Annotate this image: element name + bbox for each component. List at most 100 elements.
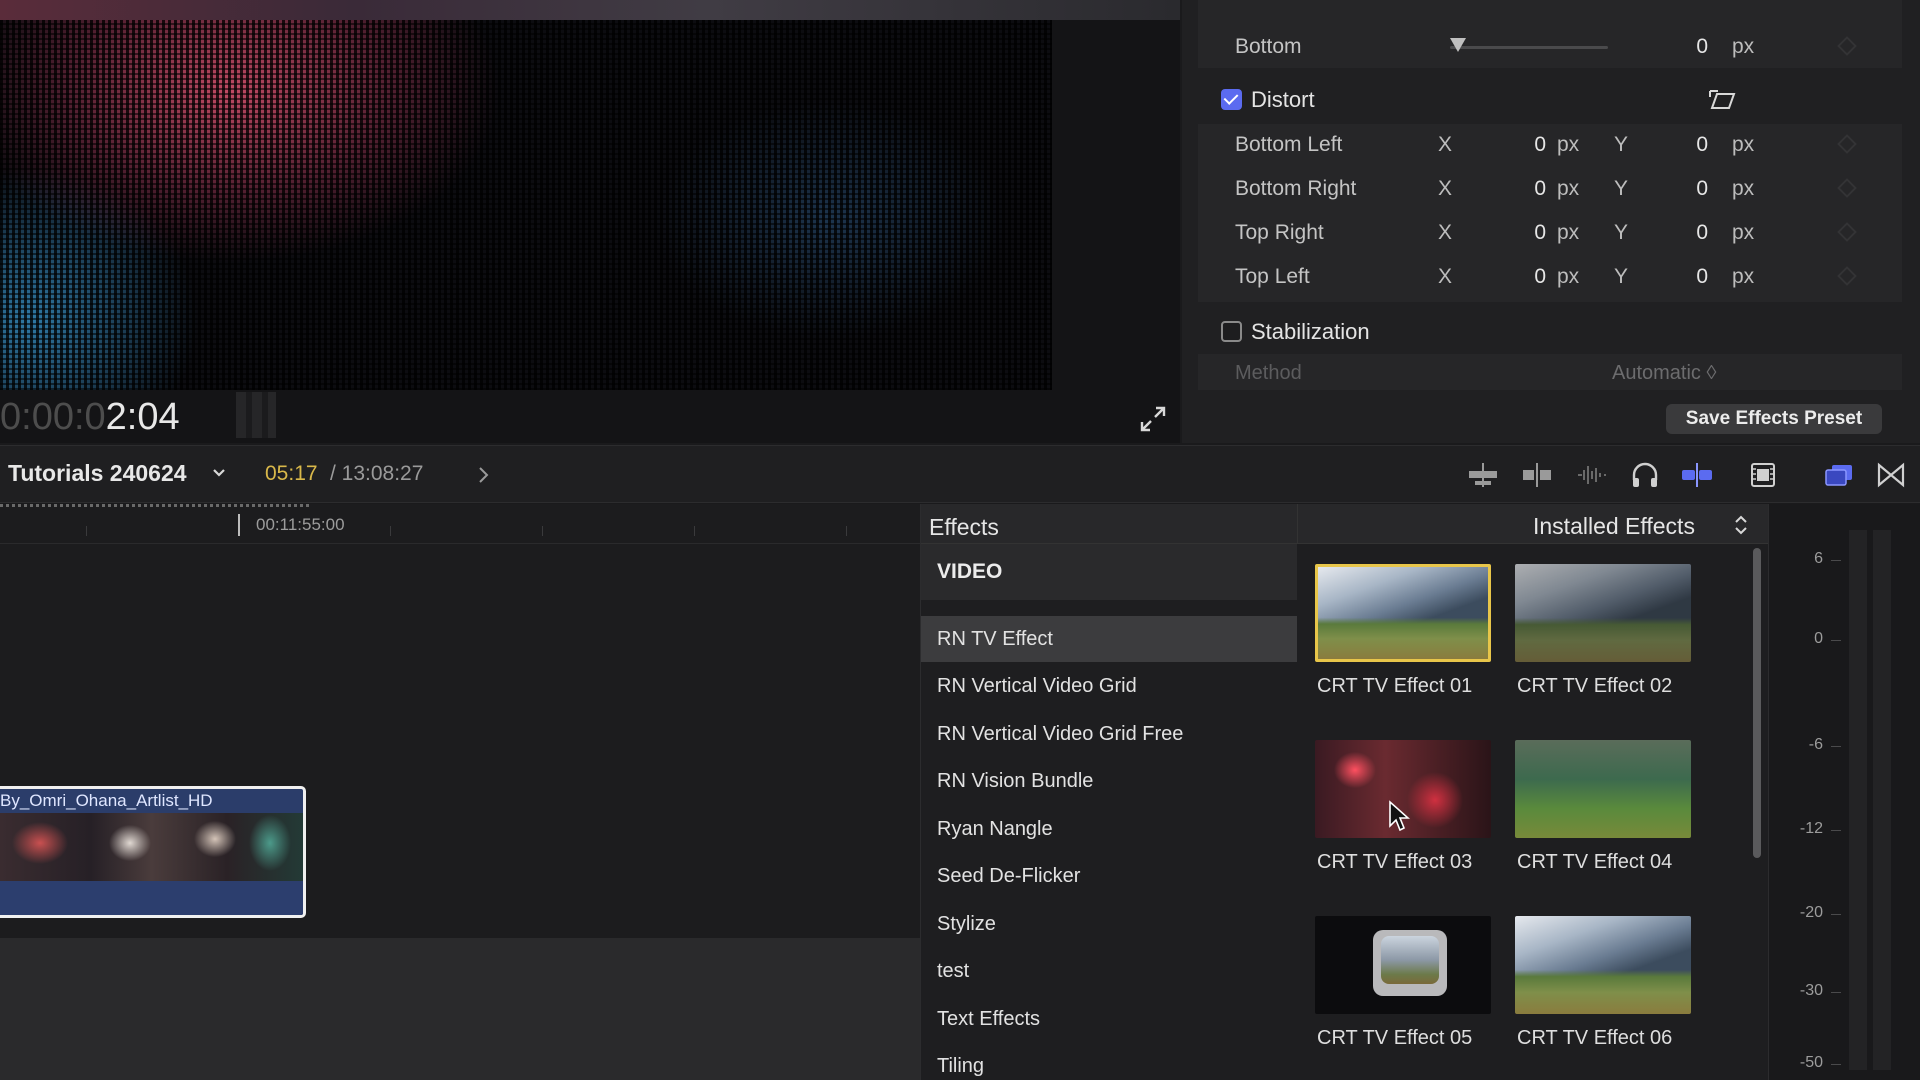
x-axis-label: X: [1438, 133, 1453, 156]
effect-tile[interactable]: CRT TV Effect 05: [1313, 912, 1495, 1052]
ruler-tick: [846, 526, 847, 536]
category-item[interactable]: RN Vision Bundle: [921, 758, 1297, 804]
effects-grid-scrollbar[interactable]: [1753, 548, 1761, 858]
up-down-chevron-icon[interactable]: [1734, 514, 1748, 536]
x-value[interactable]: 0: [1506, 177, 1546, 201]
save-effects-preset-button[interactable]: Save Effects Preset: [1666, 404, 1882, 434]
x-axis-label: X: [1438, 177, 1453, 200]
chevron-right-icon[interactable]: [478, 466, 490, 484]
effects-browser-icon[interactable]: [1822, 460, 1856, 490]
category-item[interactable]: Ryan Nangle: [921, 806, 1297, 852]
chevron-down-icon[interactable]: [212, 468, 226, 478]
distort-checkbox[interactable]: [1221, 89, 1242, 110]
timeline-clip[interactable]: By_Omri_Ohana_Artlist_HD: [0, 786, 306, 918]
transitions-icon[interactable]: [1874, 460, 1908, 490]
fullscreen-icon[interactable]: [1138, 404, 1168, 434]
meter-label: -12: [1799, 820, 1823, 837]
ruler-range-marker: [0, 504, 310, 507]
category-item[interactable]: Text Effects: [921, 996, 1297, 1042]
distort-row-bottom-right: Bottom Right X 0 px Y 0 px: [1182, 168, 1920, 208]
meter-label: -6: [1808, 736, 1823, 753]
x-value[interactable]: 0: [1506, 221, 1546, 245]
meter-label: -20: [1799, 904, 1823, 921]
effects-title-bar: Effects: [921, 504, 1297, 544]
stabilization-header: Stabilization: [1198, 310, 1902, 354]
y-value[interactable]: 0: [1668, 133, 1708, 157]
keyframe-icon[interactable]: [1837, 36, 1857, 56]
bottom-unit: px: [1732, 35, 1755, 58]
snapping-icon[interactable]: [1520, 460, 1554, 490]
timeline-lower-area[interactable]: [0, 938, 920, 1080]
category-label: Stylize: [937, 913, 996, 935]
effect-tile[interactable]: CRT TV Effect 01: [1313, 560, 1495, 700]
distort-label: Distort: [1251, 87, 1315, 112]
category-item[interactable]: RN Vertical Video Grid Free: [921, 711, 1297, 757]
y-axis-label: Y: [1614, 221, 1629, 244]
viewer-frame[interactable]: [0, 20, 1052, 390]
video-inspector: Bottom 0 px Distort Bottom Left X 0 px Y…: [1182, 0, 1920, 443]
effect-thumbnail: [1515, 740, 1691, 838]
category-header-video[interactable]: VIDEO: [921, 544, 1297, 600]
mouse-cursor-icon: [1389, 800, 1410, 832]
keyframe-icon[interactable]: [1837, 134, 1857, 154]
category-item[interactable]: Stylize: [921, 901, 1297, 947]
keyframe-icon[interactable]: [1837, 266, 1857, 286]
y-value[interactable]: 0: [1668, 221, 1708, 245]
clip-filmstrip-icon[interactable]: [1746, 460, 1780, 490]
solo-headphones-icon[interactable]: [1628, 460, 1662, 490]
effect-tile[interactable]: CRT TV Effect 06: [1513, 912, 1695, 1052]
timecode-bright: 2:04: [105, 396, 180, 438]
meter-channel-left: [1849, 530, 1867, 1070]
x-value[interactable]: 0: [1506, 133, 1546, 157]
distort-row-label: Top Right: [1235, 221, 1324, 244]
bottom-slider[interactable]: [1450, 46, 1608, 49]
category-item[interactable]: RN TV Effect: [921, 616, 1297, 662]
category-label: Seed De-Flicker: [937, 865, 1081, 887]
y-value[interactable]: 0: [1668, 177, 1708, 201]
skimming-icon[interactable]: [1680, 460, 1714, 490]
effect-name: CRT TV Effect 02: [1517, 675, 1673, 697]
timecode-bars: [236, 392, 276, 438]
playhead[interactable]: [238, 514, 240, 536]
meter-channel-right: [1873, 530, 1891, 1070]
ruler-tick: [86, 526, 87, 536]
timeline-ruler[interactable]: 00:11:55:00: [0, 504, 920, 544]
y-value[interactable]: 0: [1668, 265, 1708, 289]
timeline[interactable]: 00:11:55:00 By_Omri_Ohana_Artlist_HD: [0, 504, 920, 1080]
category-label: Text Effects: [937, 1008, 1041, 1030]
effect-name: CRT TV Effect 06: [1517, 1027, 1673, 1049]
method-popup[interactable]: Automatic ◊: [1612, 362, 1716, 385]
meter-tick: [1831, 992, 1841, 993]
effect-tile[interactable]: CRT TV Effect 04: [1513, 736, 1695, 876]
viewer-timecode: 0:00:02:04: [0, 396, 180, 439]
category-item[interactable]: Seed De-Flicker: [921, 853, 1297, 899]
effect-tile[interactable]: CRT TV Effect 02: [1513, 560, 1695, 700]
x-unit: px: [1557, 177, 1580, 200]
category-label: RN Vertical Video Grid Free: [937, 723, 1184, 745]
stabilization-checkbox[interactable]: [1221, 321, 1242, 342]
category-item[interactable]: Tiling: [921, 1043, 1297, 1080]
clip-filmstrip: [0, 813, 303, 881]
effect-name: CRT TV Effect 01: [1317, 675, 1473, 697]
installed-effects-popup[interactable]: Installed Effects: [1533, 513, 1695, 540]
x-value[interactable]: 0: [1506, 265, 1546, 289]
audio-skimming-icon[interactable]: [1574, 460, 1608, 490]
bottom-slider-thumb[interactable]: [1450, 38, 1466, 52]
meter-tick: [1831, 830, 1841, 831]
timeline-toolbar: Tutorials 240624 05:17 / 13:08:27: [0, 445, 1920, 503]
project-name[interactable]: Tutorials 240624: [8, 460, 187, 487]
effect-thumbnail: [1515, 916, 1691, 1014]
distort-header: Distort: [1198, 78, 1902, 122]
category-item[interactable]: test: [921, 948, 1297, 994]
clip-audio-area: [0, 881, 303, 915]
audio-meter: 6 0 -6 -12 -20 -30 -50: [1768, 504, 1920, 1080]
effects-title: Effects: [929, 514, 999, 540]
bottom-value[interactable]: 0: [1668, 35, 1708, 59]
distort-onscreen-control-icon[interactable]: [1708, 88, 1738, 112]
keyframe-icon[interactable]: [1837, 178, 1857, 198]
keyframe-icon[interactable]: [1837, 222, 1857, 242]
meter-label: -50: [1799, 1054, 1823, 1071]
clip-appearance-icon[interactable]: [1466, 460, 1500, 490]
timecode-total: / 13:08:27: [330, 462, 424, 485]
category-item[interactable]: RN Vertical Video Grid: [921, 663, 1297, 709]
